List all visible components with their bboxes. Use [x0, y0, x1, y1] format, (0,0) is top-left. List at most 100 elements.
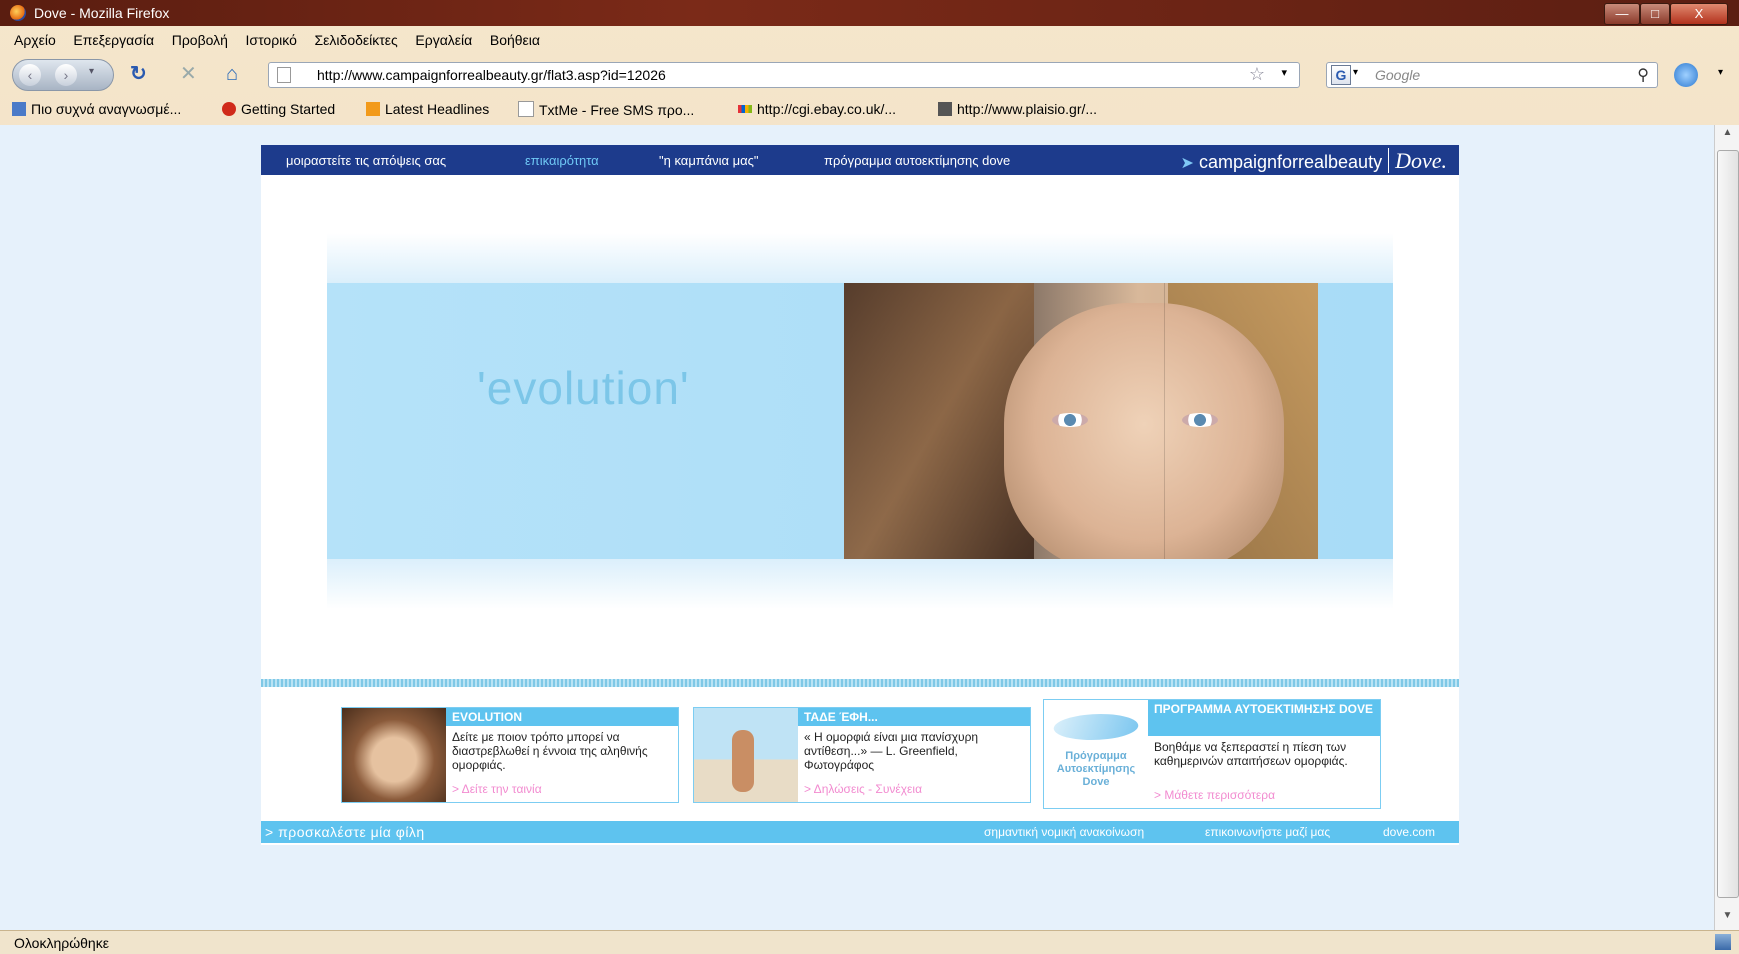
card-evolution[interactable]: EVOLUTION Δείτε με ποιον τρόπο μπορεί να…	[341, 707, 679, 803]
engine-dropdown-icon[interactable]: ▾	[1353, 67, 1358, 78]
status-bar: Ολοκληρώθηκε	[0, 930, 1739, 954]
search-box[interactable]: G ▾ Google ⚲	[1326, 62, 1658, 88]
section-divider	[261, 679, 1459, 687]
maximize-button[interactable]: □	[1640, 3, 1670, 25]
program-thumbnail: Πρόγραμμα Αυτοεκτίμησης Dove	[1044, 700, 1148, 808]
hero-title: 'evolution'	[477, 362, 690, 414]
card-heading: EVOLUTION	[446, 708, 678, 726]
close-button[interactable]: X	[1670, 3, 1728, 25]
statements-link[interactable]: > Δηλώσεις - Συνέχεια	[804, 782, 922, 796]
card-heading: ΤΑΔΕ ΈΦΗ...	[798, 708, 1030, 726]
minimize-button[interactable]: —	[1604, 3, 1640, 25]
figure-shape	[732, 730, 754, 792]
title-bar: Dove - Mozilla Firefox — □ X	[0, 0, 1739, 26]
logo-text: campaignforrealbeauty	[1198, 152, 1383, 172]
site-logo[interactable]: ➤ campaignforrealbeauty Dove.	[1181, 148, 1447, 174]
dove-wings-icon	[1049, 714, 1143, 740]
hero-top-fade	[327, 233, 1393, 283]
learn-more-link[interactable]: > Μάθετε περισσότερα	[1154, 788, 1275, 802]
bookmark-txtme[interactable]: TxtMe - Free SMS προ...	[518, 101, 694, 118]
card-self-esteem[interactable]: Πρόγραμμα Αυτοεκτίμησης Dove ΠΡΟΓΡΑΜΜΑ Α…	[1043, 699, 1381, 809]
bookmark-plaisio[interactable]: http://www.plaisio.gr/...	[938, 101, 1097, 117]
eye-right	[1182, 413, 1218, 427]
back-icon[interactable]: ‹	[19, 64, 41, 86]
home-icon[interactable]: ⌂	[226, 63, 238, 85]
page-icon	[518, 101, 534, 117]
site-nav: μοιραστείτε τις απόψεις σας επικαιρότητα…	[261, 145, 1459, 175]
dove-bird-icon: ➤	[1180, 155, 1194, 172]
card-quotes[interactable]: ΤΑΔΕ ΈΦΗ... « Η ομορφιά είναι μια πανίσχ…	[693, 707, 1031, 803]
card-text: Δείτε με ποιον τρόπο μπορεί να διαστρεβλ…	[452, 730, 648, 772]
invite-friend-link[interactable]: > προσκαλέστε μία φίλη	[265, 824, 425, 840]
url-bar[interactable]: http://www.campaignforrealbeauty.gr/flat…	[268, 62, 1300, 88]
nav-news[interactable]: επικαιρότητα	[525, 153, 599, 168]
hero-face-image	[844, 283, 1318, 559]
menu-history[interactable]: Ιστορικό	[246, 28, 297, 52]
bookmark-label: Latest Headlines	[385, 101, 490, 117]
history-dropdown-icon[interactable]: ▾	[89, 66, 94, 77]
scroll-down-icon[interactable]: ▼	[1715, 910, 1739, 930]
beach-thumbnail	[694, 708, 798, 802]
rss-icon	[366, 102, 380, 116]
firefox-bookmark-icon	[222, 102, 236, 116]
menu-file[interactable]: Αρχείο	[14, 28, 56, 52]
bookmark-label: http://www.plaisio.gr/...	[957, 101, 1098, 117]
search-placeholder[interactable]: Google	[1375, 67, 1420, 83]
forward-icon[interactable]: ›	[55, 64, 77, 86]
watch-film-link[interactable]: > Δείτε την ταινία	[452, 782, 542, 796]
window-title: Dove - Mozilla Firefox	[34, 5, 170, 21]
menu-view[interactable]: Προβολή	[172, 28, 228, 52]
bookmark-label: http://cgi.ebay.co.uk/...	[757, 101, 897, 117]
menu-bar: Αρχείο Επεξεργασία Προβολή Ιστορικό Σελι…	[0, 28, 1739, 52]
card-text: « Η ομορφιά είναι μια πανίσχυρη αντίθεση…	[804, 730, 979, 772]
dove-brand: Dove.	[1388, 148, 1447, 173]
reload-icon[interactable]: ↻	[130, 63, 147, 85]
plaisio-icon	[938, 102, 952, 116]
face-shape	[1004, 303, 1284, 559]
eye-left	[1052, 413, 1088, 427]
url-dropdown-icon[interactable]: ▾	[1281, 66, 1287, 79]
nav-share-views[interactable]: μοιραστείτε τις απόψεις σας	[286, 153, 446, 168]
dove-com-link[interactable]: dove.com	[1383, 825, 1435, 839]
bookmark-most-visited[interactable]: Πιο συχνά αναγνωσμέ...	[12, 101, 181, 117]
evolution-thumbnail	[342, 708, 446, 802]
search-engine-icon[interactable]: G	[1331, 65, 1351, 85]
nav-self-esteem[interactable]: πρόγραμμα αυτοεκτίμησης dove	[824, 153, 1010, 168]
bookmark-getting-started[interactable]: Getting Started	[222, 101, 335, 117]
contact-us-link[interactable]: επικοινωνήστε μαζί μας	[1205, 825, 1330, 839]
ebay-icon	[738, 105, 752, 113]
browser-window: Dove - Mozilla Firefox — □ X Αρχείο Επεξ…	[0, 0, 1739, 954]
before-after-split	[1164, 283, 1165, 559]
navigation-toolbar: ‹ › ▾ ↻ ✕ ⌂ http://www.campaignforrealbe…	[0, 55, 1739, 95]
url-text[interactable]: http://www.campaignforrealbeauty.gr/flat…	[317, 67, 666, 83]
bookmarks-toolbar: Πιο συχνά αναγνωσμέ... Getting Started L…	[0, 97, 1739, 123]
menu-edit[interactable]: Επεξεργασία	[73, 28, 154, 52]
scrollbar-thumb[interactable]	[1717, 150, 1739, 898]
status-addon-icon[interactable]	[1715, 934, 1731, 950]
scroll-up-icon[interactable]: ▲	[1715, 127, 1739, 147]
stop-icon[interactable]: ✕	[180, 63, 197, 85]
hero-banner[interactable]: 'evolution'	[327, 283, 1393, 559]
footer-bar: > προσκαλέστε μία φίλη σημαντική νομική …	[261, 821, 1459, 843]
back-forward-group: ‹ › ▾	[12, 59, 114, 91]
nav-campaign[interactable]: "η καμπάνια μας"	[659, 153, 759, 168]
card-heading: ΠΡΟΓΡΑΜΜΑ ΑΥΤΟΕΚΤΙΜΗΣΗΣ DOVE	[1148, 700, 1380, 736]
bookmark-latest-headlines[interactable]: Latest Headlines	[366, 101, 489, 117]
menu-bookmarks[interactable]: Σελιδοδείκτες	[315, 28, 398, 52]
menu-help[interactable]: Βοήθεια	[490, 28, 540, 52]
card-text: Βοηθάμε να ξεπεραστεί η πίεση των καθημε…	[1154, 740, 1348, 768]
search-icon[interactable]: ⚲	[1637, 65, 1649, 85]
bookmark-star-icon[interactable]: ☆	[1249, 64, 1265, 85]
vertical-scrollbar[interactable]: ▲ ▼	[1714, 125, 1739, 930]
menu-tools[interactable]: Εργαλεία	[415, 28, 472, 52]
toolbar-overflow-icon[interactable]: ▾	[1718, 67, 1723, 78]
page-icon	[277, 67, 291, 83]
dove-page: μοιραστείτε τις απόψεις σας επικαιρότητα…	[261, 145, 1459, 845]
bookmark-ebay[interactable]: http://cgi.ebay.co.uk/...	[738, 101, 896, 117]
firefox-logo-icon	[10, 5, 26, 21]
addon-icon[interactable]	[1674, 63, 1698, 87]
smart-folder-icon	[12, 102, 26, 116]
status-text: Ολοκληρώθηκε	[14, 935, 109, 951]
program-thumb-text: Πρόγραμμα Αυτοεκτίμησης Dove	[1056, 750, 1136, 788]
legal-notice-link[interactable]: σημαντική νομική ανακοίνωση	[984, 825, 1144, 839]
